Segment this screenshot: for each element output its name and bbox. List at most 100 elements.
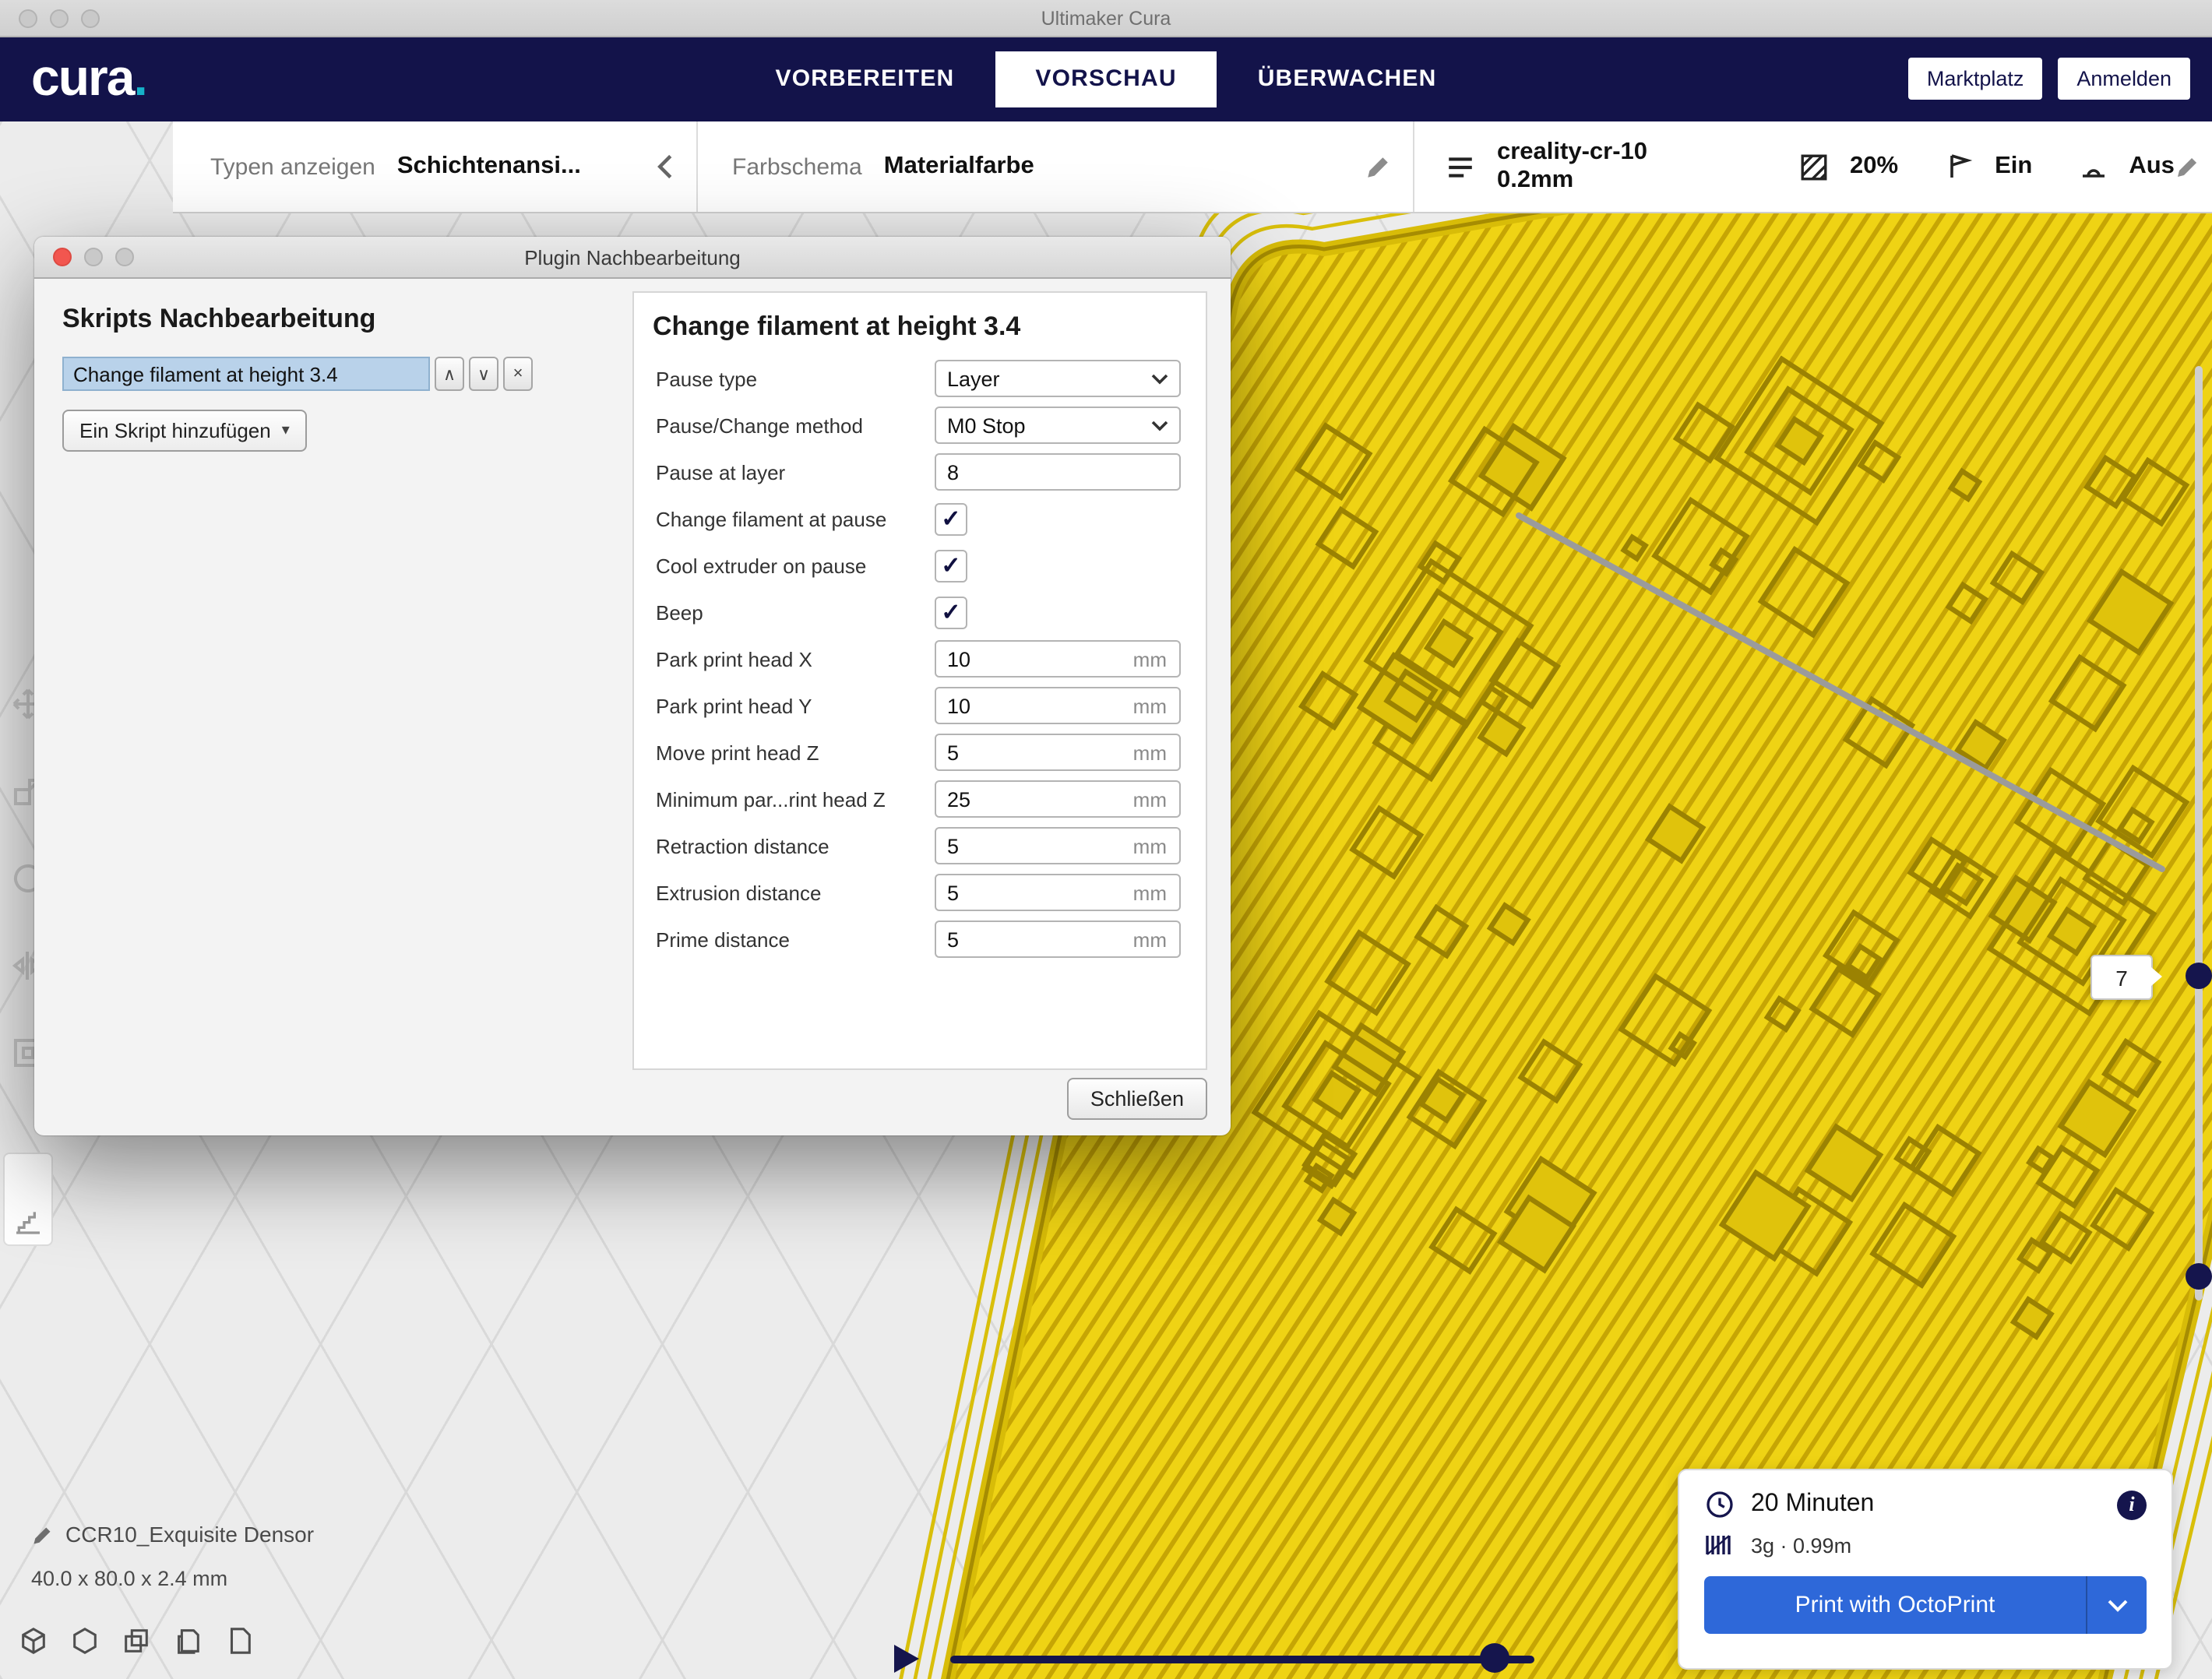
simulation-slider-track[interactable] — [950, 1656, 1534, 1663]
edit-pencil-icon[interactable] — [1365, 153, 1391, 180]
unit-label: mm — [1133, 647, 1167, 671]
field-label: Prime distance — [634, 927, 935, 951]
play-button[interactable] — [894, 1645, 919, 1673]
park-head-y-input[interactable]: 10 mm — [935, 687, 1181, 724]
form-heading: Change filament at height 3.4 — [653, 312, 1187, 343]
field-label: Park print head X — [634, 647, 935, 671]
dialog-title: Plugin Nachbearbeitung — [34, 245, 1231, 269]
cool-extruder-checkbox[interactable]: ✓ — [935, 549, 967, 582]
infill-icon — [1798, 152, 1828, 181]
window-title: Ultimaker Cura — [0, 7, 2212, 29]
dialog-titlebar[interactable]: Plugin Nachbearbeitung — [34, 237, 1231, 279]
extrusion-distance-input[interactable]: 5mm — [935, 874, 1181, 911]
clock-icon — [1704, 1489, 1735, 1520]
layer-slider-track[interactable] — [2195, 366, 2202, 1301]
change-filament-checkbox[interactable]: ✓ — [935, 502, 967, 535]
cura-application: Ultimaker Cura cura. VORBEREITEN VORSCHA… — [0, 0, 2212, 1679]
field-label: Minimum par...rint head Z — [634, 787, 935, 811]
adhesion-icon — [2079, 153, 2107, 181]
move-script-down-button[interactable]: ∨ — [469, 357, 498, 391]
input-value: 5 — [947, 741, 959, 764]
select-value: M0 Stop — [947, 414, 1026, 437]
signin-button[interactable]: Anmelden — [2058, 58, 2190, 100]
move-script-up-button[interactable]: ∧ — [435, 357, 464, 391]
add-script-label: Ein Skript hinzufügen — [79, 419, 271, 442]
rename-model-icon[interactable] — [31, 1525, 53, 1554]
app-header: cura. VORBEREITEN VORSCHAU ÜBERWACHEN Ma… — [0, 36, 2212, 121]
print-job-card: 20 Minuten i 3g · 0.99m Print with OctoP… — [1678, 1469, 2173, 1670]
print-with-octoprint-button[interactable]: Print with OctoPrint — [1704, 1576, 2147, 1634]
remove-script-button[interactable]: × — [503, 357, 533, 391]
print-button-label: Print with OctoPrint — [1704, 1592, 2086, 1618]
field-label: Beep — [634, 600, 935, 624]
material-usage: 3g · 0.99m — [1751, 1533, 1851, 1557]
duplicate-objects-icon[interactable] — [122, 1626, 151, 1656]
beep-checkbox[interactable]: ✓ — [935, 596, 967, 628]
chevron-down-icon — [1151, 420, 1168, 431]
model-size: 40.0 x 80.0 x 2.4 mm — [31, 1567, 227, 1590]
input-value: 5 — [947, 927, 959, 951]
edit-settings-pencil-icon[interactable] — [2175, 153, 2200, 180]
min-park-head-z-input[interactable]: 25mm — [935, 780, 1181, 818]
info-icon[interactable]: i — [2117, 1490, 2147, 1519]
color-scheme-value[interactable]: Materialfarbe — [884, 153, 1034, 181]
field-label: Cool extruder on pause — [634, 554, 935, 577]
support-value[interactable]: Ein — [1995, 153, 2032, 181]
layer-slider-top-handle[interactable] — [2186, 963, 2212, 989]
print-profile-icon — [1446, 153, 1475, 180]
adhesion-value[interactable]: Aus — [2129, 153, 2175, 181]
field-label: Change filament at pause — [634, 507, 935, 530]
add-script-button[interactable]: Ein Skript hinzufügen ▾ — [62, 410, 307, 452]
chevron-down-icon — [1151, 373, 1168, 384]
macos-titlebar: Ultimaker Cura — [0, 0, 2212, 37]
material-usage-icon — [1704, 1531, 1732, 1559]
input-value: 25 — [947, 787, 970, 811]
input-value: 5 — [947, 834, 959, 857]
printer-profile[interactable]: creality-cr-10 0.2mm — [1497, 139, 1717, 195]
postprocessing-dialog: Plugin Nachbearbeitung Skripts Nachbearb… — [34, 237, 1231, 1135]
pause-type-select[interactable]: Layer — [935, 360, 1181, 397]
unit-label: mm — [1133, 834, 1167, 857]
sheets-icon[interactable] — [173, 1626, 203, 1656]
view-type-value[interactable]: Schichtenansi... — [397, 153, 581, 181]
dropdown-caret-icon: ▾ — [282, 422, 290, 439]
object-cube-outline-icon[interactable] — [70, 1626, 100, 1656]
field-label: Pause type — [634, 367, 935, 390]
view-type-label: Typen anzeigen — [210, 153, 375, 180]
chevron-left-icon[interactable] — [656, 153, 675, 181]
input-value: 10 — [947, 647, 970, 671]
model-name: CCR10_Exquisite Densor — [65, 1522, 314, 1547]
move-head-z-input[interactable]: 5mm — [935, 734, 1181, 771]
color-scheme-label: Farbschema — [732, 153, 862, 180]
object-cube-icon[interactable] — [19, 1626, 48, 1656]
pause-at-layer-input[interactable]: 8 — [935, 453, 1181, 491]
park-head-x-input[interactable]: 10 mm — [935, 640, 1181, 678]
support-icon — [1945, 153, 1973, 181]
prime-distance-input[interactable]: 5 mm — [935, 920, 1181, 958]
tab-ueberwachen[interactable]: ÜBERWACHEN — [1217, 51, 1478, 107]
mesh-type-panel[interactable] — [3, 1153, 53, 1246]
unit-label: mm — [1133, 694, 1167, 717]
tab-vorbereiten[interactable]: VORBEREITEN — [735, 51, 995, 107]
script-settings-panel: Change filament at height 3.4 Pause type… — [632, 291, 1207, 1070]
view-toolbar: Typen anzeigen Schichtenansi... Farbsche… — [173, 121, 2212, 212]
close-dialog-button[interactable]: Schließen — [1067, 1078, 1207, 1120]
retraction-distance-input[interactable]: 5 mm — [935, 827, 1181, 864]
print-options-chevron[interactable] — [2086, 1576, 2147, 1634]
pause-method-select[interactable]: M0 Stop — [935, 407, 1181, 444]
stairs-icon — [12, 1206, 44, 1237]
input-value: 10 — [947, 694, 970, 717]
select-value: Layer — [947, 367, 1000, 390]
field-label: Retraction distance — [634, 834, 935, 857]
sheet-icon[interactable] — [224, 1626, 254, 1656]
tab-vorschau[interactable]: VORSCHAU — [995, 51, 1217, 107]
marketplace-button[interactable]: Marktplatz — [1908, 58, 2043, 100]
infill-value[interactable]: 20% — [1850, 153, 1898, 181]
stage-tabs: VORBEREITEN VORSCHAU ÜBERWACHEN — [0, 36, 2212, 121]
selected-script-item[interactable]: Change filament at height 3.4 — [62, 357, 430, 391]
check-icon: ✓ — [941, 554, 960, 577]
layer-slider-bottom-handle[interactable] — [2186, 1263, 2212, 1290]
simulation-slider-handle[interactable] — [1480, 1643, 1509, 1673]
unit-label: mm — [1133, 927, 1167, 951]
field-label: Pause at layer — [634, 460, 935, 484]
